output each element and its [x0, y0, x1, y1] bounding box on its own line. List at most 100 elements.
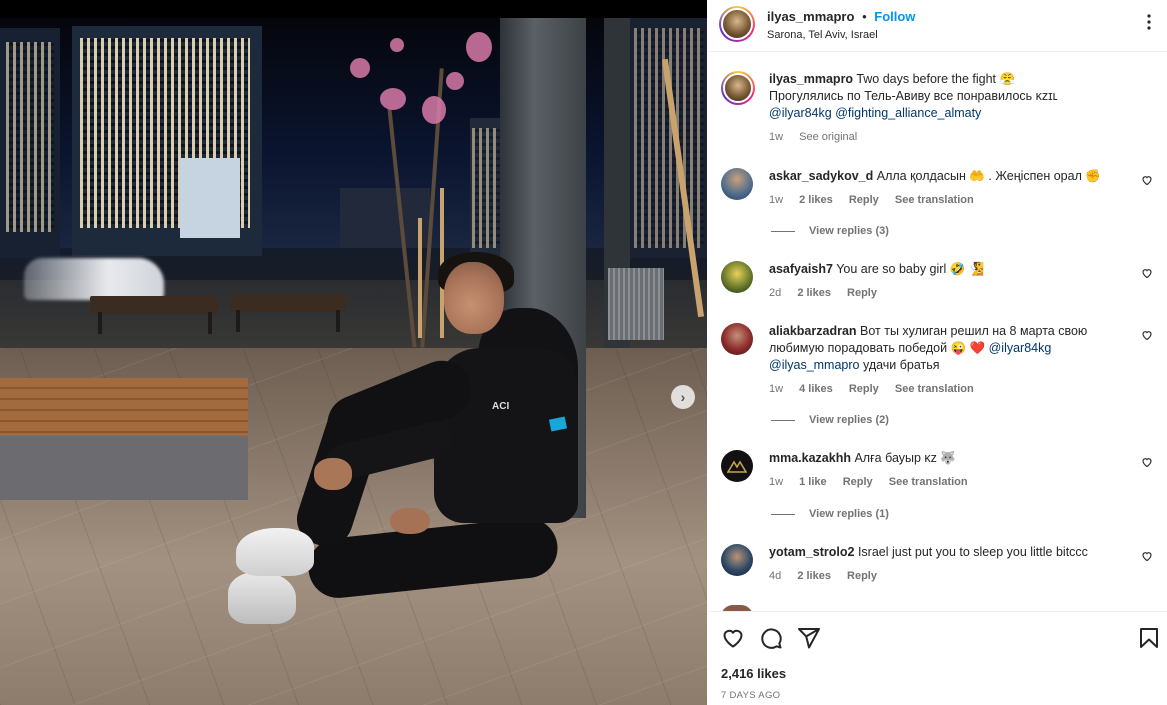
view-replies-label: View replies (3): [809, 225, 889, 237]
comment-icon[interactable]: [759, 626, 783, 650]
comment-meta: 1w 1 like Reply See translation: [769, 474, 1139, 491]
heart-icon[interactable]: [1141, 267, 1153, 279]
caption-username[interactable]: ilyas_mmapro: [769, 72, 853, 86]
follow-button[interactable]: Follow: [874, 9, 915, 24]
blossom: [390, 38, 404, 52]
bench: [90, 296, 218, 314]
comment-meta: 4d 2 likes Reply: [769, 568, 1139, 585]
view-replies-label: View replies (2): [809, 414, 889, 426]
view-replies-label: View replies (1): [809, 508, 889, 520]
blossom: [380, 88, 406, 110]
author-username[interactable]: ilyas_mmapro: [767, 9, 854, 24]
carousel-next-button[interactable]: ›: [671, 385, 695, 409]
comment-username[interactable]: mma.kazakhh: [769, 451, 851, 465]
separator-dot: •: [862, 9, 867, 24]
view-replies-button[interactable]: View replies (2): [771, 414, 889, 426]
building-windows: [6, 42, 54, 232]
reply-button[interactable]: Reply: [847, 287, 877, 299]
avatar[interactable]: [721, 168, 753, 200]
avatar: [723, 73, 753, 103]
comment-body: aliakbarzadran Вот ты хулиган решил на 8…: [769, 323, 1139, 398]
author-avatar[interactable]: [719, 6, 755, 42]
timestamp[interactable]: 1w: [769, 476, 783, 488]
divider: [771, 513, 795, 515]
post-side-panel: ilyas_mmapro • Follow Sarona, Tel Aviv, …: [707, 0, 1167, 705]
mention-link[interactable]: @ilyas_mmapro: [769, 358, 860, 372]
comment-username[interactable]: aliakbarzadran: [769, 324, 857, 338]
see-original-link[interactable]: See original: [799, 131, 857, 143]
comment-username[interactable]: yotam_strolo2: [769, 545, 854, 559]
blossom: [466, 32, 492, 62]
post-photo[interactable]: ACI ›: [0, 18, 707, 705]
white-car: [24, 258, 164, 300]
blossom: [446, 72, 464, 90]
view-replies-button[interactable]: View replies (3): [771, 225, 889, 237]
deck-base: [0, 436, 248, 500]
heart-icon[interactable]: [1141, 329, 1153, 341]
mountain-logo-icon: [727, 460, 747, 473]
comment-meta: 2d 2 likes Reply: [769, 285, 1139, 302]
avatar[interactable]: [721, 323, 753, 355]
see-translation-link[interactable]: See translation: [889, 476, 968, 488]
sneaker: [236, 528, 314, 576]
bookmark-icon[interactable]: [1137, 626, 1161, 650]
likes-count[interactable]: 2 likes: [797, 570, 831, 582]
timestamp[interactable]: 2d: [769, 287, 781, 299]
mention-link[interactable]: @ilyar84kg: [989, 341, 1052, 355]
hoodie-logo: ACI: [492, 401, 510, 412]
bench-leg: [98, 312, 102, 334]
heart-icon[interactable]: [721, 626, 745, 650]
reply-button[interactable]: Reply: [849, 383, 879, 395]
reply-button[interactable]: Reply: [847, 570, 877, 582]
comment-username[interactable]: asafyaish7: [769, 262, 833, 276]
likes-count[interactable]: 2,416 likes: [721, 666, 786, 681]
timestamp[interactable]: 1w: [769, 131, 783, 143]
timestamp[interactable]: 1w: [769, 383, 783, 395]
reply-button[interactable]: Reply: [849, 194, 879, 206]
timestamp[interactable]: 1w: [769, 194, 783, 206]
comment-meta: 1w 2 likes Reply See translation: [769, 192, 1139, 209]
comment-username[interactable]: askar_sadykov_d: [769, 169, 873, 183]
view-replies-button[interactable]: View replies (1): [771, 508, 889, 520]
post-location[interactable]: Sarona, Tel Aviv, Israel: [767, 29, 878, 41]
trash-bin: [608, 268, 664, 340]
building: [340, 188, 430, 248]
see-translation-link[interactable]: See translation: [895, 194, 974, 206]
avatar[interactable]: [721, 544, 753, 576]
instagram-post-view: ACI › ilyas_mmapro • Follow Sarona, Tel …: [0, 0, 1167, 705]
blossom: [350, 58, 370, 78]
likes-count[interactable]: 2 likes: [799, 194, 833, 206]
more-options-icon[interactable]: [1147, 14, 1151, 30]
building-windows: [634, 28, 704, 248]
post-timestamp[interactable]: 7 DAYS AGO: [721, 690, 780, 701]
see-translation-link[interactable]: See translation: [895, 383, 974, 395]
comment-body: asafyaish7 You are so baby girl 🤣 🧏 2d 2…: [769, 261, 1139, 302]
caption-avatar[interactable]: [721, 71, 755, 105]
sneaker: [228, 572, 296, 624]
comment-body: mma.kazakhh Алға бауыр ᴋᴢ 🐺 1w 1 like Re…: [769, 450, 1139, 491]
heart-icon[interactable]: [1141, 456, 1153, 468]
reply-button[interactable]: Reply: [843, 476, 873, 488]
comment-text: Алға бауыр ᴋᴢ 🐺: [854, 451, 956, 465]
avatar[interactable]: [721, 261, 753, 293]
likes-count[interactable]: 2 likes: [797, 287, 831, 299]
likes-count[interactable]: 1 like: [799, 476, 827, 488]
ellipsis-icon: [1147, 14, 1151, 30]
timestamp[interactable]: 4d: [769, 570, 781, 582]
mention-link[interactable]: @fighting_alliance_almaty: [835, 106, 981, 120]
comment-text: Israel just put you to sleep you little …: [857, 545, 1088, 559]
comments-section[interactable]: ilyas_mmapro Two days before the fight 😤…: [707, 53, 1167, 611]
head: [444, 262, 504, 334]
chevron-right-icon: ›: [680, 389, 686, 405]
comment-text: You are so baby girl 🤣 🧏: [836, 262, 985, 276]
top-black-bar: [0, 0, 707, 18]
heart-icon[interactable]: [1141, 550, 1153, 562]
caption-body: ilyas_mmapro Two days before the fight 😤…: [769, 71, 1139, 146]
mention-link[interactable]: @ilyar84kg: [769, 106, 832, 120]
likes-count[interactable]: 4 likes: [799, 383, 833, 395]
comment-text: Алла қолдасын 🤲 . Жеңіспен орал ✊: [876, 169, 1101, 183]
heart-icon[interactable]: [1141, 174, 1153, 186]
send-icon[interactable]: [797, 626, 821, 650]
avatar[interactable]: [721, 450, 753, 482]
caption-text: Two days before the fight 😤: [856, 72, 1016, 86]
